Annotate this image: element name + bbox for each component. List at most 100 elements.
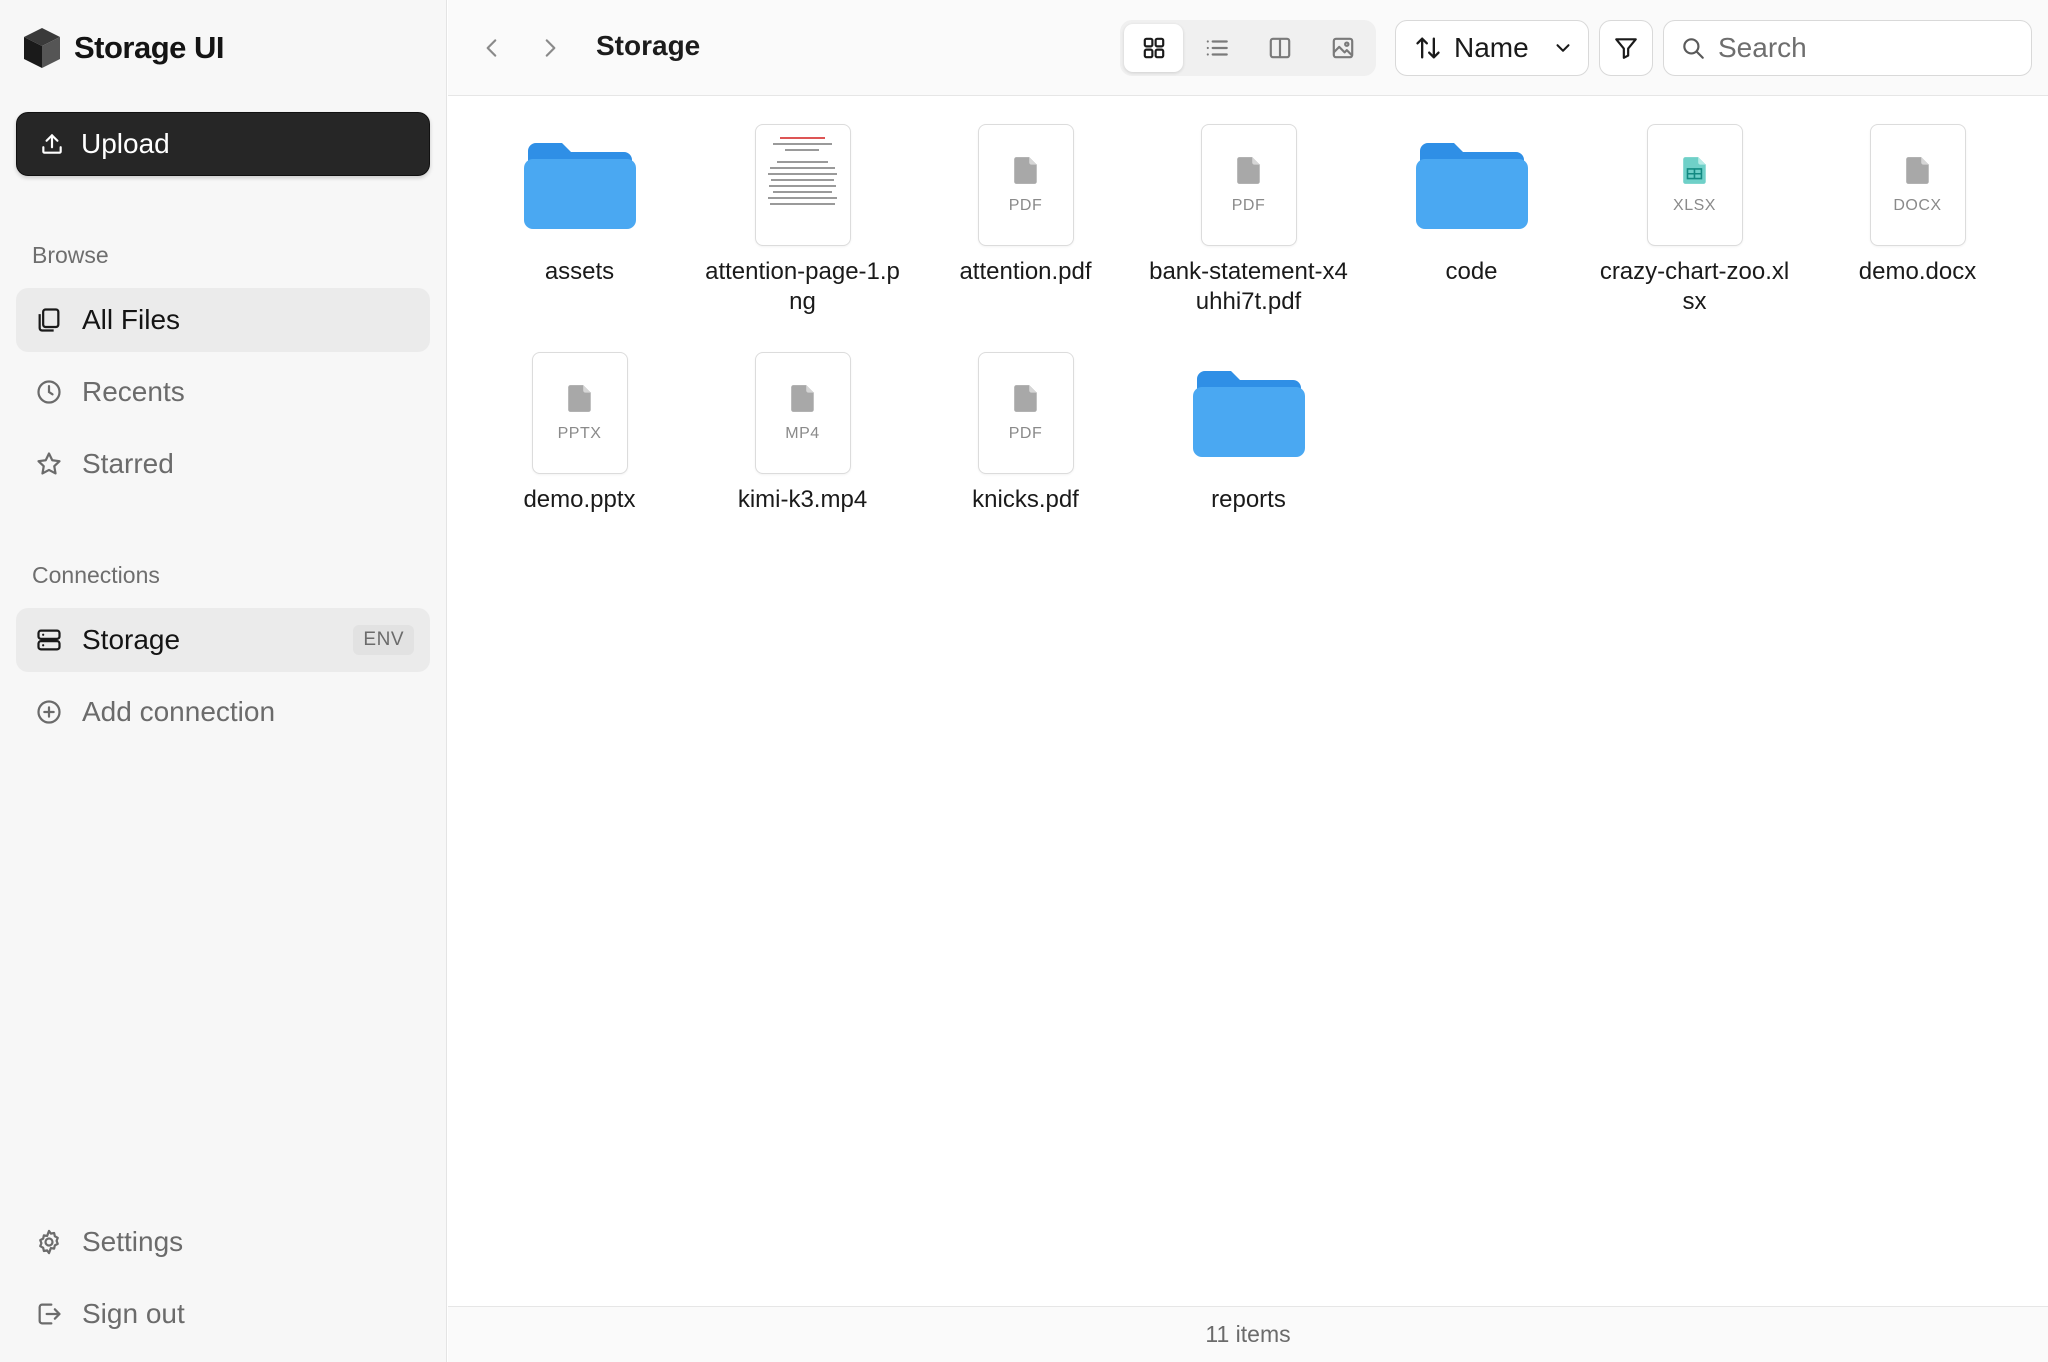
sidebar-item-all-files[interactable]: All Files: [16, 288, 430, 352]
list-view-button[interactable]: [1187, 24, 1246, 72]
breadcrumb[interactable]: Storage: [596, 30, 700, 62]
brand[interactable]: Storage UI: [22, 26, 225, 70]
cube-logo-icon: [22, 26, 62, 70]
sidebar-item-label: Add connection: [82, 696, 276, 727]
item-name: attention-page-1.png: [705, 258, 900, 315]
spreadsheet-icon: [1682, 157, 1706, 184]
file-extension: XLSX: [1673, 197, 1716, 214]
toolbar: Storage Name: [448, 0, 2048, 96]
clock-icon: [34, 377, 64, 407]
sidebar-item-label: Sign out: [82, 1298, 185, 1329]
file-extension: PDF: [1231, 197, 1266, 214]
upload-button[interactable]: Upload: [16, 112, 430, 176]
item-name: kimi-k3.mp4: [737, 486, 868, 513]
file-thumbnail: DOCX: [1869, 124, 1966, 246]
file-thumbnail: MP4: [754, 352, 851, 474]
document-icon: [567, 385, 591, 412]
file-item-demo-pptx[interactable]: PPTX demo.pptx: [468, 351, 691, 515]
back-button[interactable]: [474, 30, 510, 66]
file-item-demo-docx[interactable]: DOCX demo.docx: [1806, 123, 2029, 287]
sidebar-item-starred[interactable]: Starred: [16, 432, 430, 496]
item-count: 11 items: [1205, 1321, 1291, 1347]
item-name: code: [1445, 258, 1498, 285]
image-thumbnail: [754, 124, 851, 246]
sort-dropdown[interactable]: Name: [1395, 20, 1589, 76]
sidebar-item-recents[interactable]: Recents: [16, 360, 430, 424]
file-extension: PDF: [1008, 197, 1043, 214]
item-name: bank-statement-x4uhhi7t.pdf: [1149, 258, 1348, 315]
sort-label: Name: [1454, 32, 1529, 63]
forward-button[interactable]: [532, 30, 568, 66]
item-name: demo.pptx: [523, 486, 636, 513]
file-extension: PPTX: [557, 425, 602, 442]
star-icon: [34, 449, 64, 479]
file-thumbnail: PDF: [1200, 124, 1297, 246]
document-icon: [1013, 385, 1037, 412]
sidebar-item-label: Settings: [82, 1226, 184, 1257]
sidebar-item-storage[interactable]: Storage ENV: [16, 608, 430, 672]
chevron-right-icon: [545, 39, 556, 57]
file-thumbnail: XLSX: [1646, 124, 1743, 246]
document-icon: [790, 385, 814, 412]
file-item-knicks-pdf[interactable]: PDF knicks.pdf: [914, 351, 1137, 515]
file-item-attention-pdf[interactable]: PDF attention.pdf: [914, 123, 1137, 287]
add-connection-button[interactable]: Add connection: [16, 680, 430, 744]
document-icon: [1236, 157, 1260, 184]
folder-item-code[interactable]: code: [1360, 123, 1583, 287]
chevron-down-icon: [1552, 37, 1574, 59]
list-icon: [1206, 40, 1228, 56]
folder-icon: [1415, 143, 1528, 229]
gallery-view-button[interactable]: [1313, 24, 1372, 72]
files-icon: [34, 305, 64, 335]
file-item-bank-statement-pdf[interactable]: PDF bank-statement-x4uhhi7t.pdf: [1137, 123, 1360, 317]
file-item-kimi-k3-mp4[interactable]: MP4 kimi-k3.mp4: [691, 351, 914, 515]
folder-item-reports[interactable]: reports: [1137, 351, 1360, 515]
sign-out-icon: [34, 1299, 64, 1329]
upload-icon: [42, 134, 62, 154]
sidebar-item-label: All Files: [82, 304, 181, 335]
file-item-attention-page-1-png[interactable]: attention-page-1.png: [691, 123, 914, 317]
item-name: knicks.pdf: [972, 486, 1079, 513]
sidebar-item-label: Starred: [82, 448, 174, 479]
file-extension: MP4: [785, 425, 820, 442]
file-extension: PDF: [1008, 425, 1043, 442]
gear-icon: [34, 1227, 64, 1257]
sign-out-button[interactable]: Sign out: [16, 1282, 430, 1346]
file-item-crazy-chart-zoo-xlsx[interactable]: XLSX crazy-chart-zoo.xlsx: [1583, 123, 1806, 317]
file-thumbnail: PDF: [977, 124, 1074, 246]
sidebar-item-settings[interactable]: Settings: [16, 1210, 430, 1274]
server-icon: [34, 625, 64, 655]
item-name: attention.pdf: [959, 258, 1092, 285]
folder-item-assets[interactable]: assets: [468, 123, 691, 287]
file-thumbnail: PDF: [977, 352, 1074, 474]
document-icon: [1013, 157, 1037, 184]
filter-icon: [1615, 38, 1637, 59]
sidebar-item-label: Storage: [82, 624, 181, 655]
env-badge: ENV: [353, 625, 414, 655]
connections-section-label: Connections: [32, 562, 160, 588]
item-name: assets: [544, 258, 615, 285]
file-thumbnail: PPTX: [531, 352, 628, 474]
chevron-left-icon: [486, 39, 497, 57]
item-name: demo.docx: [1858, 258, 1977, 285]
view-mode-switcher: [1120, 20, 1376, 76]
document-icon: [1905, 157, 1929, 184]
sidebar-item-label: Recents: [82, 376, 185, 407]
app-title: Storage UI: [74, 30, 225, 65]
grid-icon: [1143, 37, 1164, 59]
file-extension: DOCX: [1893, 197, 1942, 214]
search-box: [1663, 20, 2032, 76]
folder-icon: [523, 143, 636, 229]
upload-label: Upload: [81, 128, 170, 159]
item-name: crazy-chart-zoo.xlsx: [1599, 258, 1790, 315]
file-grid: assets attention-page-1.png PDF attentio…: [448, 97, 2048, 1307]
plus-circle-icon: [34, 697, 64, 727]
filter-button[interactable]: [1599, 20, 1653, 76]
folder-icon: [1192, 371, 1305, 457]
status-bar: 11 items: [448, 1306, 2048, 1362]
item-name: reports: [1211, 486, 1286, 513]
grid-view-button[interactable]: [1124, 24, 1183, 72]
search-input[interactable]: [1718, 32, 2008, 64]
sort-arrows-icon: [1416, 37, 1440, 59]
columns-view-button[interactable]: [1250, 24, 1309, 72]
